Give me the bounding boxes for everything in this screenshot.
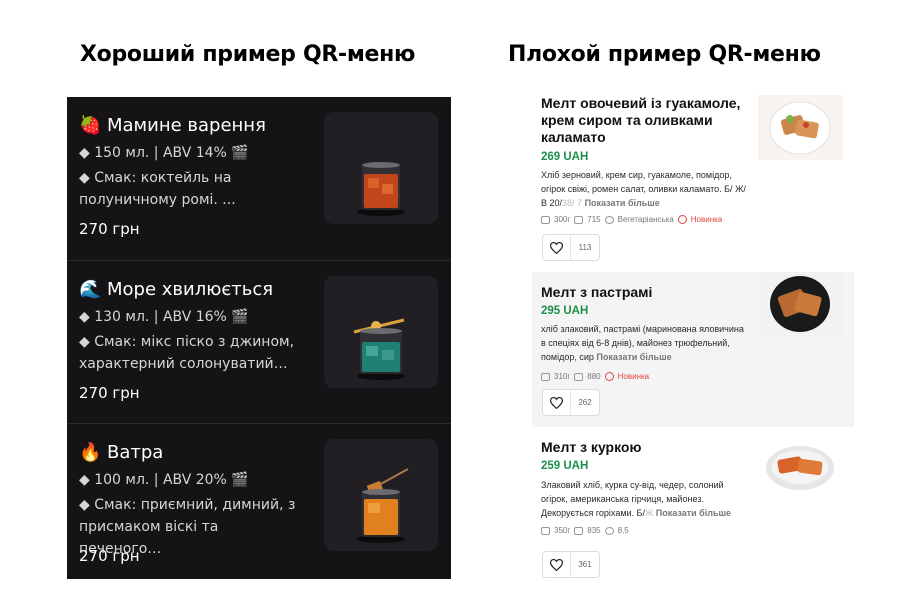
bad-qr-menu: Мелт овочевий із гуакамоле, крем сиром т… (532, 86, 854, 590)
cocktail-image[interactable] (324, 112, 438, 224)
menu-item-mamyne-varennia[interactable]: 🍓 Мамине варення ◆ 150 мл. | ABV 14% 🎬 ◆ … (67, 97, 451, 260)
item-meta: ◆ 150 мл. | ABV 14% 🎬 (79, 145, 249, 161)
dish-image[interactable] (758, 272, 843, 337)
item-stats: 300г 715 Вегетаріанська Новинка (541, 215, 722, 224)
item-title: Мелт овочевий із гуакамоле, крем сиром т… (541, 95, 741, 145)
cocktail-image[interactable] (324, 276, 438, 388)
item-description: Злаковий хліб, курка су-від, чедер, соло… (541, 480, 731, 518)
item-title: 🔥 Ватра (79, 442, 164, 463)
menu-item-melt-ovochevyi[interactable]: Мелт овочевий із гуакамоле, крем сиром т… (532, 86, 854, 272)
new-badge-icon (677, 215, 687, 224)
vegetarian-icon (604, 215, 614, 224)
kcal-icon (574, 526, 584, 535)
menu-item-melt-kurka[interactable]: Мелт з куркою 259 UAH Злаковий хліб, кур… (532, 427, 854, 590)
cocktail-glass-icon (357, 468, 409, 543)
weight-icon (541, 372, 550, 381)
item-price: 295 UAH (541, 305, 589, 317)
bad-example-heading: Плохой пример QR-меню (508, 42, 821, 67)
kcal-icon (574, 372, 584, 381)
weight-icon (541, 215, 550, 224)
item-title: 🍓 Мамине варення (79, 115, 266, 136)
heart-icon (543, 552, 571, 577)
menu-item-melt-pastrami[interactable]: Мелт з пастрамі 295 UAH хліб злаковий, п… (532, 272, 854, 427)
item-title: 🌊 Море хвилюється (79, 279, 274, 300)
kcal-icon (574, 215, 584, 224)
show-more-link[interactable]: Показати більше (596, 352, 671, 362)
item-price: 270 грн (79, 220, 140, 238)
like-button[interactable]: 262 (542, 389, 600, 416)
sandwich-plate-icon (769, 101, 831, 155)
weight-icon (541, 526, 550, 535)
item-title: Мелт з пастрамі (541, 284, 653, 300)
fire-icon: 🔥 (79, 442, 102, 463)
like-count: 361 (578, 560, 592, 569)
item-price: 269 UAH (541, 151, 589, 163)
sandwich-plate-icon (770, 276, 830, 332)
item-title: Мелт з куркою (541, 439, 642, 455)
item-stats: 350г 835 8,5 (541, 526, 629, 535)
item-price: 259 UAH (541, 460, 589, 472)
like-count: 113 (578, 243, 592, 252)
like-button[interactable]: 361 (542, 551, 600, 578)
item-description: ◆ Смак: коктейль на полуничному ромі. ..… (79, 170, 236, 208)
show-more-link[interactable]: Показати більше (585, 198, 660, 208)
strawberry-icon: 🍓 (79, 115, 102, 136)
sandwich-plate-icon (766, 446, 834, 490)
cocktail-image[interactable] (324, 439, 438, 551)
item-description: хліб злаковий, пастрамі (маринована ялов… (541, 324, 744, 362)
cocktail-glass-icon (357, 162, 405, 216)
good-example-heading: Хороший пример QR-меню (80, 42, 416, 67)
dish-image[interactable] (758, 95, 843, 160)
menu-item-vatra[interactable]: 🔥 Ватра ◆ 100 мл. | ABV 20% 🎬 ◆ Смак: при… (67, 423, 451, 579)
dish-image[interactable] (758, 436, 843, 501)
rating-icon (604, 526, 614, 535)
show-more-link[interactable]: Показати більше (656, 508, 731, 518)
good-qr-menu: 🍓 Мамине варення ◆ 150 мл. | ABV 14% 🎬 ◆ … (67, 97, 451, 579)
cocktail-glass-icon (353, 318, 405, 380)
wave-icon: 🌊 (79, 279, 102, 300)
item-description: Хліб зерновий, крем сир, гуакамоле, помі… (541, 170, 746, 208)
like-button[interactable]: 113 (542, 234, 600, 261)
heart-icon (543, 390, 571, 415)
heart-icon (543, 235, 571, 260)
item-description: ◆ Смак: мікс піско з джином, характерний… (79, 334, 295, 372)
item-meta: ◆ 130 мл. | ABV 16% 🎬 (79, 309, 249, 325)
item-price: 270 грн (79, 384, 140, 402)
item-stats: 310г 880 Новинка (541, 372, 649, 381)
menu-item-more-khvyliuietsia[interactable]: 🌊 Море хвилюється ◆ 130 мл. | ABV 16% 🎬 ◆… (67, 260, 451, 423)
item-meta: ◆ 100 мл. | ABV 20% 🎬 (79, 472, 249, 488)
new-badge-icon (604, 372, 614, 381)
item-price: 270 грн (79, 547, 140, 565)
like-count: 262 (578, 398, 592, 407)
